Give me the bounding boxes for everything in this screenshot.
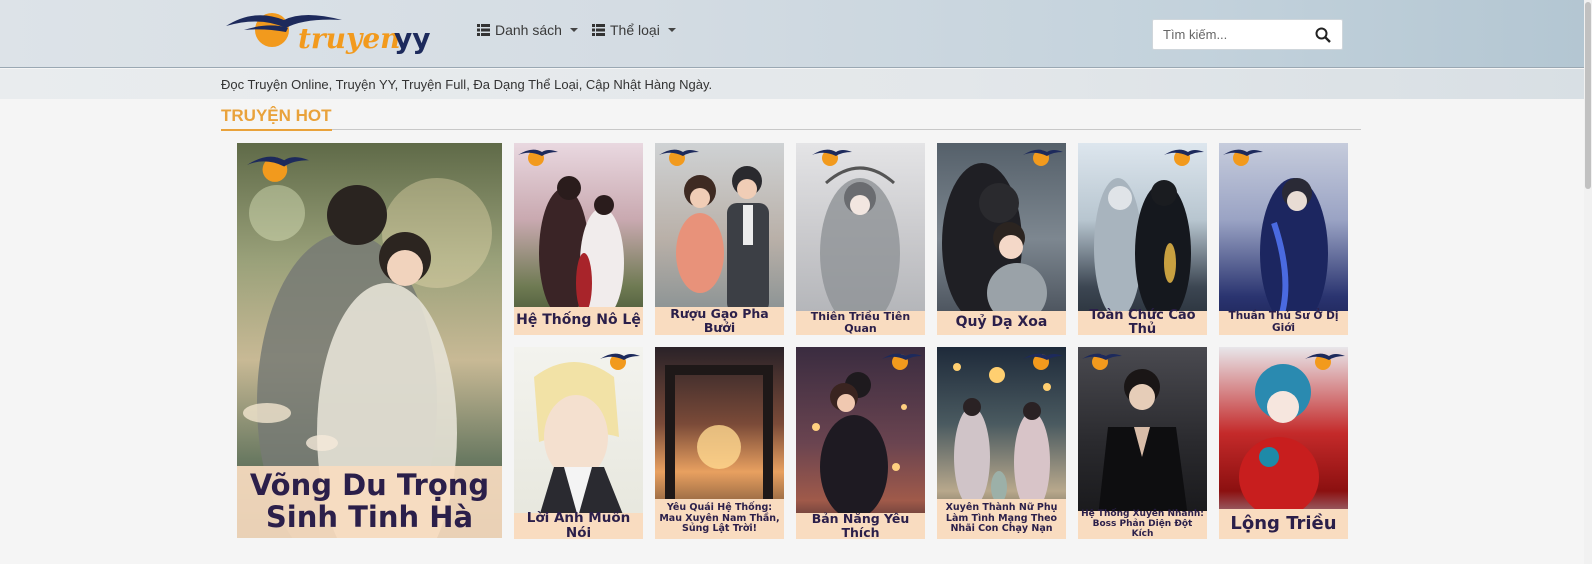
cover-image [942,163,1047,323]
search-icon[interactable] [1315,27,1331,43]
publisher-emblem-icon [882,353,922,370]
story-card[interactable]: Thuần Thú Sư Ở Dị Giới [1219,143,1348,335]
story-card[interactable]: Bản Năng Yêu Thích [796,347,925,539]
story-card[interactable]: Hệ Thống Xuyên Nhanh: Boss Phản Diện Đột… [1078,347,1207,539]
story-card[interactable]: Thiên Triều Tiên Quan [796,143,925,335]
nav-the-loai[interactable]: Thể loại [592,22,676,38]
publisher-emblem-icon [600,353,640,370]
story-card[interactable]: Hệ Thống Nô Lệ [514,143,643,335]
story-card[interactable]: Quỷ Dạ Xoa [937,143,1066,335]
chevron-down-icon [667,28,676,32]
story-title: Bản Năng Yêu Thích [796,512,925,539]
publisher-emblem-icon [1023,149,1063,166]
cover-image [1094,178,1191,323]
top-navbar: truyen yy Danh sách Thể loại [0,0,1592,68]
story-title: Hệ Thống Nô Lệ [514,307,643,335]
publisher-emblem-icon [1164,149,1204,166]
story-card[interactable]: Lộng Triều [1219,347,1348,539]
search-form [1152,19,1343,50]
story-title: Rượu Gạo Pha Bưởi [655,307,784,335]
cover-image [812,372,907,519]
publisher-emblem-icon [1023,353,1063,370]
chevron-down-icon [569,28,578,32]
section-title: TRUYỆN HOT [221,106,332,131]
publisher-emblem-icon [659,149,699,166]
story-card[interactable]: Lời Anh Muốn Nói [514,347,643,539]
story-card[interactable]: Toàn Chức Cao Thủ [1078,143,1207,335]
story-title: Lời Anh Muốn Nói [514,511,643,539]
nav-danh-sach-label: Danh sách [495,22,562,38]
story-title: Thiên Triều Tiên Quan [796,310,925,335]
story-card[interactable]: Rượu Gạo Pha Bưởi [655,143,784,335]
svg-text:truyen: truyen [298,22,400,55]
story-title: Thuần Thú Sư Ở Dị Giới [1219,311,1348,335]
site-logo[interactable]: truyen yy [224,6,446,58]
nav-danh-sach[interactable]: Danh sách [477,22,578,38]
story-title: Toàn Chức Cao Thủ [1078,308,1207,335]
list-icon [477,24,490,36]
publisher-emblem-icon [518,149,558,166]
cover-image [1260,178,1328,328]
cover-image [820,166,900,328]
section-header: TRUYỆN HOT [221,102,1361,131]
story-card[interactable]: Xuyên Thành Nữ Phụ Làm Tình Mạng Theo Nh… [937,347,1066,539]
site-tagline: Đọc Truyện Online, Truyện YY, Truyện Ful… [221,77,713,92]
story-title: Lộng Triều [1219,509,1348,539]
story-card[interactable]: Yêu Quái Hệ Thống: Mau Xuyên Nam Thần, S… [655,347,784,539]
svg-text:yy: yy [394,22,431,55]
nav-the-loai-label: Thể loại [610,22,660,38]
story-title: Yêu Quái Hệ Thống: Mau Xuyên Nam Thần, S… [655,499,784,539]
list-icon [592,24,605,36]
publisher-emblem-icon [247,156,309,182]
publisher-emblem-icon [1305,353,1345,370]
search-input[interactable] [1153,20,1313,49]
tagline-bar: Đọc Truyện Online, Truyện YY, Truyện Ful… [0,69,1592,99]
publisher-emblem-icon [812,149,852,166]
story-title: Xuyên Thành Nữ Phụ Làm Tình Mạng Theo Nh… [937,499,1066,539]
story-title: Quỷ Dạ Xoa [937,311,1066,335]
publisher-emblem-icon [1223,149,1263,166]
publisher-emblem-icon [1082,353,1122,370]
featured-story-title: Võng Du Trọng Sinh Tinh Hà [237,466,502,538]
scrollbar-thumb[interactable] [1585,2,1591,189]
featured-story[interactable]: Võng Du Trọng Sinh Tinh Hà [237,143,502,538]
story-title: Hệ Thống Xuyên Nhanh: Boss Phản Diện Đột… [1078,509,1207,539]
